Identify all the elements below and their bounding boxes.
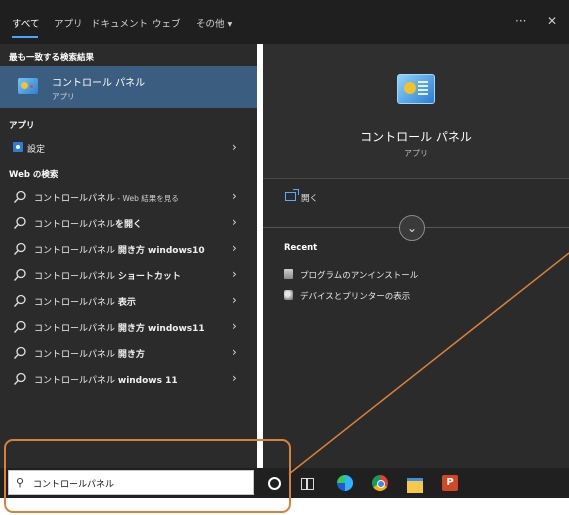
search-icon bbox=[13, 372, 26, 385]
uninstall-programs-icon bbox=[284, 269, 293, 279]
web-result-item[interactable]: コントロールパネル 開き方 › bbox=[0, 342, 257, 364]
results-panel: 最も一致する検索結果 コントロール パネル アプリ アプリ 設定 › Web の… bbox=[0, 44, 257, 468]
web-result-label: コントロールパネル 表示 bbox=[34, 298, 136, 308]
search-icon bbox=[13, 268, 26, 281]
tab-documents[interactable]: ドキュメント bbox=[91, 16, 148, 30]
web-result-label: コントロールパネル 開き方 bbox=[34, 350, 145, 360]
best-match-subtitle: アプリ bbox=[52, 92, 75, 101]
web-result-item[interactable]: コントロールパネル - Web 結果を見る › bbox=[0, 186, 257, 208]
open-icon bbox=[285, 189, 299, 201]
annotation-highlight-box bbox=[4, 439, 291, 513]
search-icon bbox=[13, 346, 26, 359]
settings-icon bbox=[13, 142, 23, 152]
devices-printers-icon bbox=[284, 290, 293, 300]
chevron-right-icon: › bbox=[232, 241, 237, 255]
recent-item-label: プログラムのアンインストール bbox=[300, 271, 419, 281]
best-match-item[interactable]: コントロール パネル アプリ bbox=[0, 66, 257, 108]
web-result-item[interactable]: コントロールパネル ショートカット › bbox=[0, 264, 257, 286]
preview-app-name: コントロール パネル bbox=[360, 130, 472, 144]
preview-app-type: アプリ bbox=[404, 149, 428, 158]
tab-all[interactable]: すべて bbox=[12, 16, 39, 30]
chevron-right-icon: › bbox=[232, 215, 237, 229]
search-icon bbox=[13, 320, 26, 333]
web-result-label: コントロールパネルを開く bbox=[34, 220, 143, 230]
chevron-right-icon: › bbox=[232, 267, 237, 281]
search-icon bbox=[13, 190, 26, 203]
preview-header: コントロール パネル アプリ bbox=[263, 44, 569, 179]
best-match-header: 最も一致する検索結果 bbox=[9, 53, 95, 63]
apps-header: アプリ bbox=[9, 121, 35, 131]
web-result-label: コントロールパネル ショートカット bbox=[34, 272, 181, 282]
edge-browser-icon[interactable] bbox=[335, 473, 355, 493]
web-result-label: コントロールパネル 開き方 windows10 bbox=[34, 246, 205, 256]
app-item-settings[interactable]: 設定 › bbox=[0, 137, 257, 159]
chevron-right-icon: › bbox=[232, 189, 237, 203]
chevron-right-icon: › bbox=[232, 140, 237, 154]
chevron-right-icon: › bbox=[232, 371, 237, 385]
preview-panel: コントロール パネル アプリ 開く ⌄ Recent プログラムのアンインストー… bbox=[263, 44, 569, 468]
chevron-right-icon: › bbox=[232, 345, 237, 359]
recent-header: Recent bbox=[284, 243, 318, 253]
recent-item-devices[interactable]: デバイスとプリンターの表示 bbox=[284, 288, 564, 306]
web-result-item[interactable]: コントロールパネルを開く › bbox=[0, 212, 257, 234]
web-result-item[interactable]: コントロールパネル 開き方 windows11 › bbox=[0, 316, 257, 338]
recent-item-uninstall[interactable]: プログラムのアンインストール bbox=[284, 267, 564, 285]
search-icon bbox=[13, 216, 26, 229]
chevron-right-icon: › bbox=[232, 293, 237, 307]
search-filter-bar: すべて アプリ ドキュメント ウェブ その他 ▾ ··· ✕ bbox=[0, 0, 569, 44]
search-icon bbox=[13, 294, 26, 307]
tab-apps[interactable]: アプリ bbox=[54, 16, 83, 30]
tab-more[interactable]: その他 ▾ bbox=[196, 16, 232, 30]
tab-web[interactable]: ウェブ bbox=[152, 16, 181, 30]
web-result-label: コントロールパネル - Web 結果を見る bbox=[34, 194, 179, 204]
web-result-item[interactable]: コントロールパネル 表示 › bbox=[0, 290, 257, 312]
web-result-item[interactable]: コントロールパネル 開き方 windows10 › bbox=[0, 238, 257, 260]
web-search-header: Web の検索 bbox=[9, 170, 59, 180]
chrome-browser-icon[interactable] bbox=[370, 473, 390, 493]
open-label: 開く bbox=[301, 194, 319, 204]
powerpoint-icon[interactable] bbox=[440, 473, 460, 493]
open-action[interactable]: 開く bbox=[263, 189, 569, 209]
web-result-label: コントロールパネル windows 11 bbox=[34, 376, 178, 386]
search-icon bbox=[13, 242, 26, 255]
expand-chevron-button[interactable]: ⌄ bbox=[399, 215, 425, 241]
best-match-title: コントロール パネル bbox=[52, 78, 146, 89]
web-result-label: コントロールパネル 開き方 windows11 bbox=[34, 324, 205, 334]
chevron-right-icon: › bbox=[232, 319, 237, 333]
app-item-label: 設定 bbox=[27, 145, 46, 155]
close-icon[interactable]: ✕ bbox=[547, 14, 557, 28]
recent-item-label: デバイスとプリンターの表示 bbox=[300, 292, 411, 302]
more-options-icon[interactable]: ··· bbox=[515, 14, 526, 28]
file-explorer-icon[interactable] bbox=[405, 473, 425, 493]
control-panel-icon bbox=[18, 78, 38, 94]
active-tab-indicator bbox=[12, 36, 38, 38]
control-panel-large-icon bbox=[397, 74, 435, 104]
task-view-icon[interactable] bbox=[297, 473, 317, 493]
web-result-item[interactable]: コントロールパネル windows 11 › bbox=[0, 368, 257, 390]
